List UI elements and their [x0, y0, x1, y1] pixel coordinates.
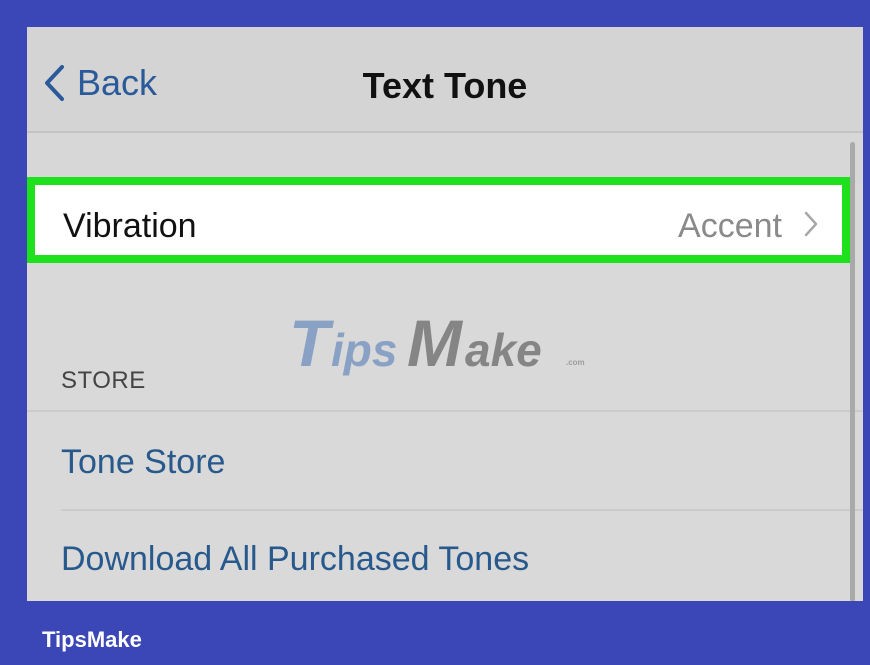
download-purchased-tones-link[interactable]: Download All Purchased Tones	[61, 540, 529, 579]
section-spacer	[27, 133, 863, 183]
store-section-header: STORE	[61, 367, 146, 394]
tipsmake-watermark: T ips M ake .com	[289, 306, 585, 380]
vibration-label: Vibration	[63, 207, 197, 245]
navigation-bar: Back Text Tone	[27, 27, 863, 133]
phone-screen: Back Text Tone Vibration Accent STORE To…	[27, 27, 863, 601]
footer-bar: TipsMake	[0, 601, 870, 665]
scrollbar[interactable]	[850, 142, 855, 601]
chevron-right-icon	[804, 211, 818, 237]
footer-brand: TipsMake	[42, 627, 142, 652]
page-title: Text Tone	[362, 65, 528, 106]
tone-store-link[interactable]: Tone Store	[61, 443, 225, 482]
divider	[61, 509, 863, 511]
vibration-value: Accent	[678, 207, 782, 245]
divider	[27, 410, 863, 412]
vibration-row[interactable]: Vibration Accent	[27, 177, 850, 263]
